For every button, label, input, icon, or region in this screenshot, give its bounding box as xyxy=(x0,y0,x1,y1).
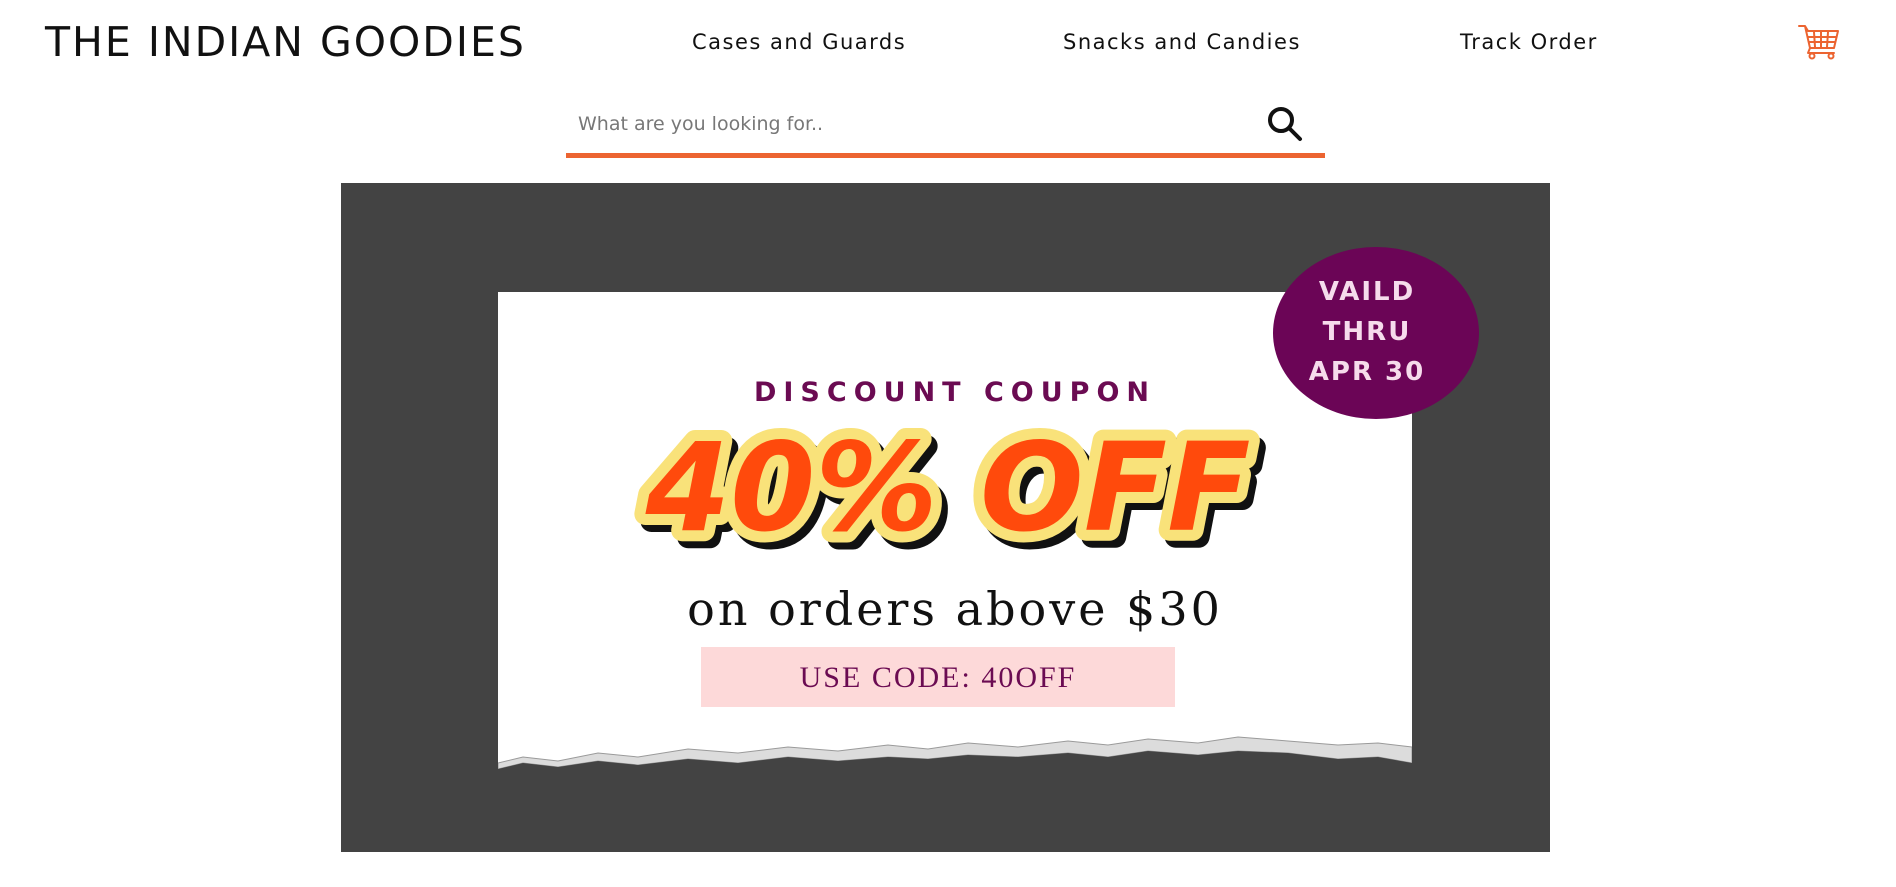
discount-headline-text: 40% OFF xyxy=(645,422,1251,559)
coupon-subtext: on orders above $30 xyxy=(687,582,1223,636)
validity-line-3: APR 30 xyxy=(1308,357,1426,387)
site-logo[interactable]: THE INDIAN GOODIES xyxy=(45,18,526,66)
validity-line-1: VAILD xyxy=(1318,277,1416,307)
discount-headline: 40% OFF 40% OFF 40% OFF xyxy=(634,422,1268,572)
validity-line-2: THRU xyxy=(1322,317,1412,347)
nav-track-order[interactable]: Track Order xyxy=(1460,30,1598,54)
shopping-cart-icon[interactable] xyxy=(1798,24,1840,60)
search-underline xyxy=(566,153,1325,158)
promo-banner[interactable]: DISCOUNT COUPON 40% OFF 40% OFF 40% OFF … xyxy=(341,183,1550,852)
site-header: THE INDIAN GOODIES Cases and Guards Snac… xyxy=(0,0,1896,90)
validity-badge: VAILD THRU APR 30 xyxy=(1273,247,1479,419)
nav-snacks-and-candies[interactable]: Snacks and Candies xyxy=(1063,30,1301,54)
coupon-code: USE CODE: 40OFF xyxy=(799,661,1077,694)
search-input[interactable] xyxy=(566,96,1246,152)
search-icon[interactable] xyxy=(1265,104,1305,144)
coupon-code-box: USE CODE: 40OFF xyxy=(701,647,1175,707)
nav-cases-and-guards[interactable]: Cases and Guards xyxy=(692,30,906,54)
torn-paper-edge xyxy=(498,736,1412,813)
search-bar xyxy=(566,96,1325,158)
